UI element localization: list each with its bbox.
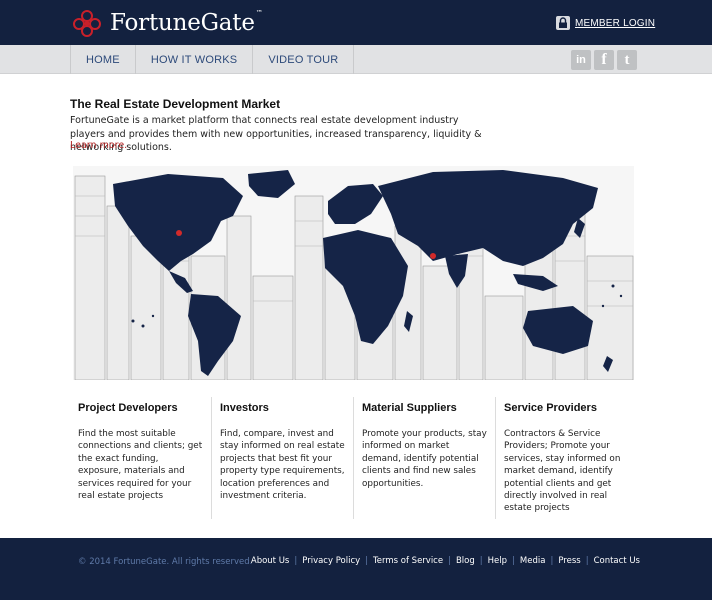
feature-title: Investors	[220, 402, 269, 414]
feature-text: Find the most suitable connections and c…	[78, 429, 203, 502]
feature-title: Project Developers	[78, 402, 178, 414]
feature-title: Service Providers	[504, 402, 597, 414]
social-links: in f t	[571, 50, 637, 70]
feature-material-suppliers: Material Suppliers Promote your products…	[354, 397, 496, 519]
feature-text: Find, compare, invest and stay informed …	[220, 429, 345, 502]
header-bar: FortuneGate ™ MEMBER LOGIN	[0, 0, 712, 45]
intro-description: FortuneGate is a market platform that co…	[70, 115, 482, 153]
hero-world-map-image	[73, 166, 634, 380]
footer-separator: |	[512, 556, 515, 566]
footer-link-press[interactable]: Press	[558, 556, 580, 566]
page-title: The Real Estate Development Market	[70, 97, 281, 111]
nav-item-home[interactable]: HOME	[71, 45, 136, 74]
footer: © 2014 FortuneGate. All rights reserved.…	[0, 538, 712, 600]
footer-link-help[interactable]: Help	[488, 556, 507, 566]
lock-icon	[556, 16, 570, 30]
feature-columns: Project Developers Find the most suitabl…	[70, 397, 640, 519]
footer-separator: |	[365, 556, 369, 566]
footer-link-terms-of-service[interactable]: Terms of Service	[373, 556, 443, 566]
nav-item-video-tour[interactable]: VIDEO TOUR	[253, 45, 355, 74]
linkedin-icon[interactable]: in	[571, 50, 591, 70]
feature-text: Contractors & Service Providers; Promote…	[504, 429, 621, 514]
feature-title: Material Suppliers	[362, 402, 457, 414]
logo[interactable]: FortuneGate ™	[70, 5, 263, 41]
feature-project-developers: Project Developers Find the most suitabl…	[70, 397, 212, 519]
footer-separator: |	[448, 556, 451, 566]
footer-link-about-us[interactable]: About Us	[251, 556, 289, 566]
footer-separator: |	[585, 556, 589, 566]
copyright-text: © 2014 FortuneGate. All rights reserved.	[78, 557, 253, 567]
footer-links: About Us | Privacy Policy | Terms of Ser…	[251, 556, 640, 566]
nav-bar: HOME HOW IT WORKS VIDEO TOUR in f t	[0, 45, 712, 74]
footer-link-blog[interactable]: Blog	[456, 556, 475, 566]
feature-service-providers: Service Providers Contractors & Service …	[496, 397, 638, 519]
footer-link-contact-us[interactable]: Contact Us	[594, 556, 640, 566]
facebook-icon[interactable]: f	[594, 50, 614, 70]
logo-text: FortuneGate	[110, 10, 255, 36]
footer-link-media[interactable]: Media	[520, 556, 546, 566]
logo-mark-icon	[73, 10, 101, 37]
nav-item-how-it-works[interactable]: HOW IT WORKS	[136, 45, 254, 74]
twitter-icon[interactable]: t	[617, 50, 637, 70]
world-map-illustration	[74, 170, 634, 380]
footer-separator: |	[479, 556, 483, 566]
main-nav: HOME HOW IT WORKS VIDEO TOUR	[70, 45, 355, 74]
footer-separator: |	[550, 556, 554, 566]
logo-trademark: ™	[255, 9, 263, 17]
feature-text: Promote your products, stay informed on …	[362, 429, 487, 489]
footer-separator: |	[294, 556, 298, 566]
member-login-label: MEMBER LOGIN	[575, 17, 656, 29]
feature-investors: Investors Find, compare, invest and stay…	[212, 397, 354, 519]
member-login-link[interactable]: MEMBER LOGIN	[556, 16, 655, 30]
learn-more-link[interactable]: Learn more.	[70, 140, 127, 151]
footer-link-privacy-policy[interactable]: Privacy Policy	[302, 556, 360, 566]
